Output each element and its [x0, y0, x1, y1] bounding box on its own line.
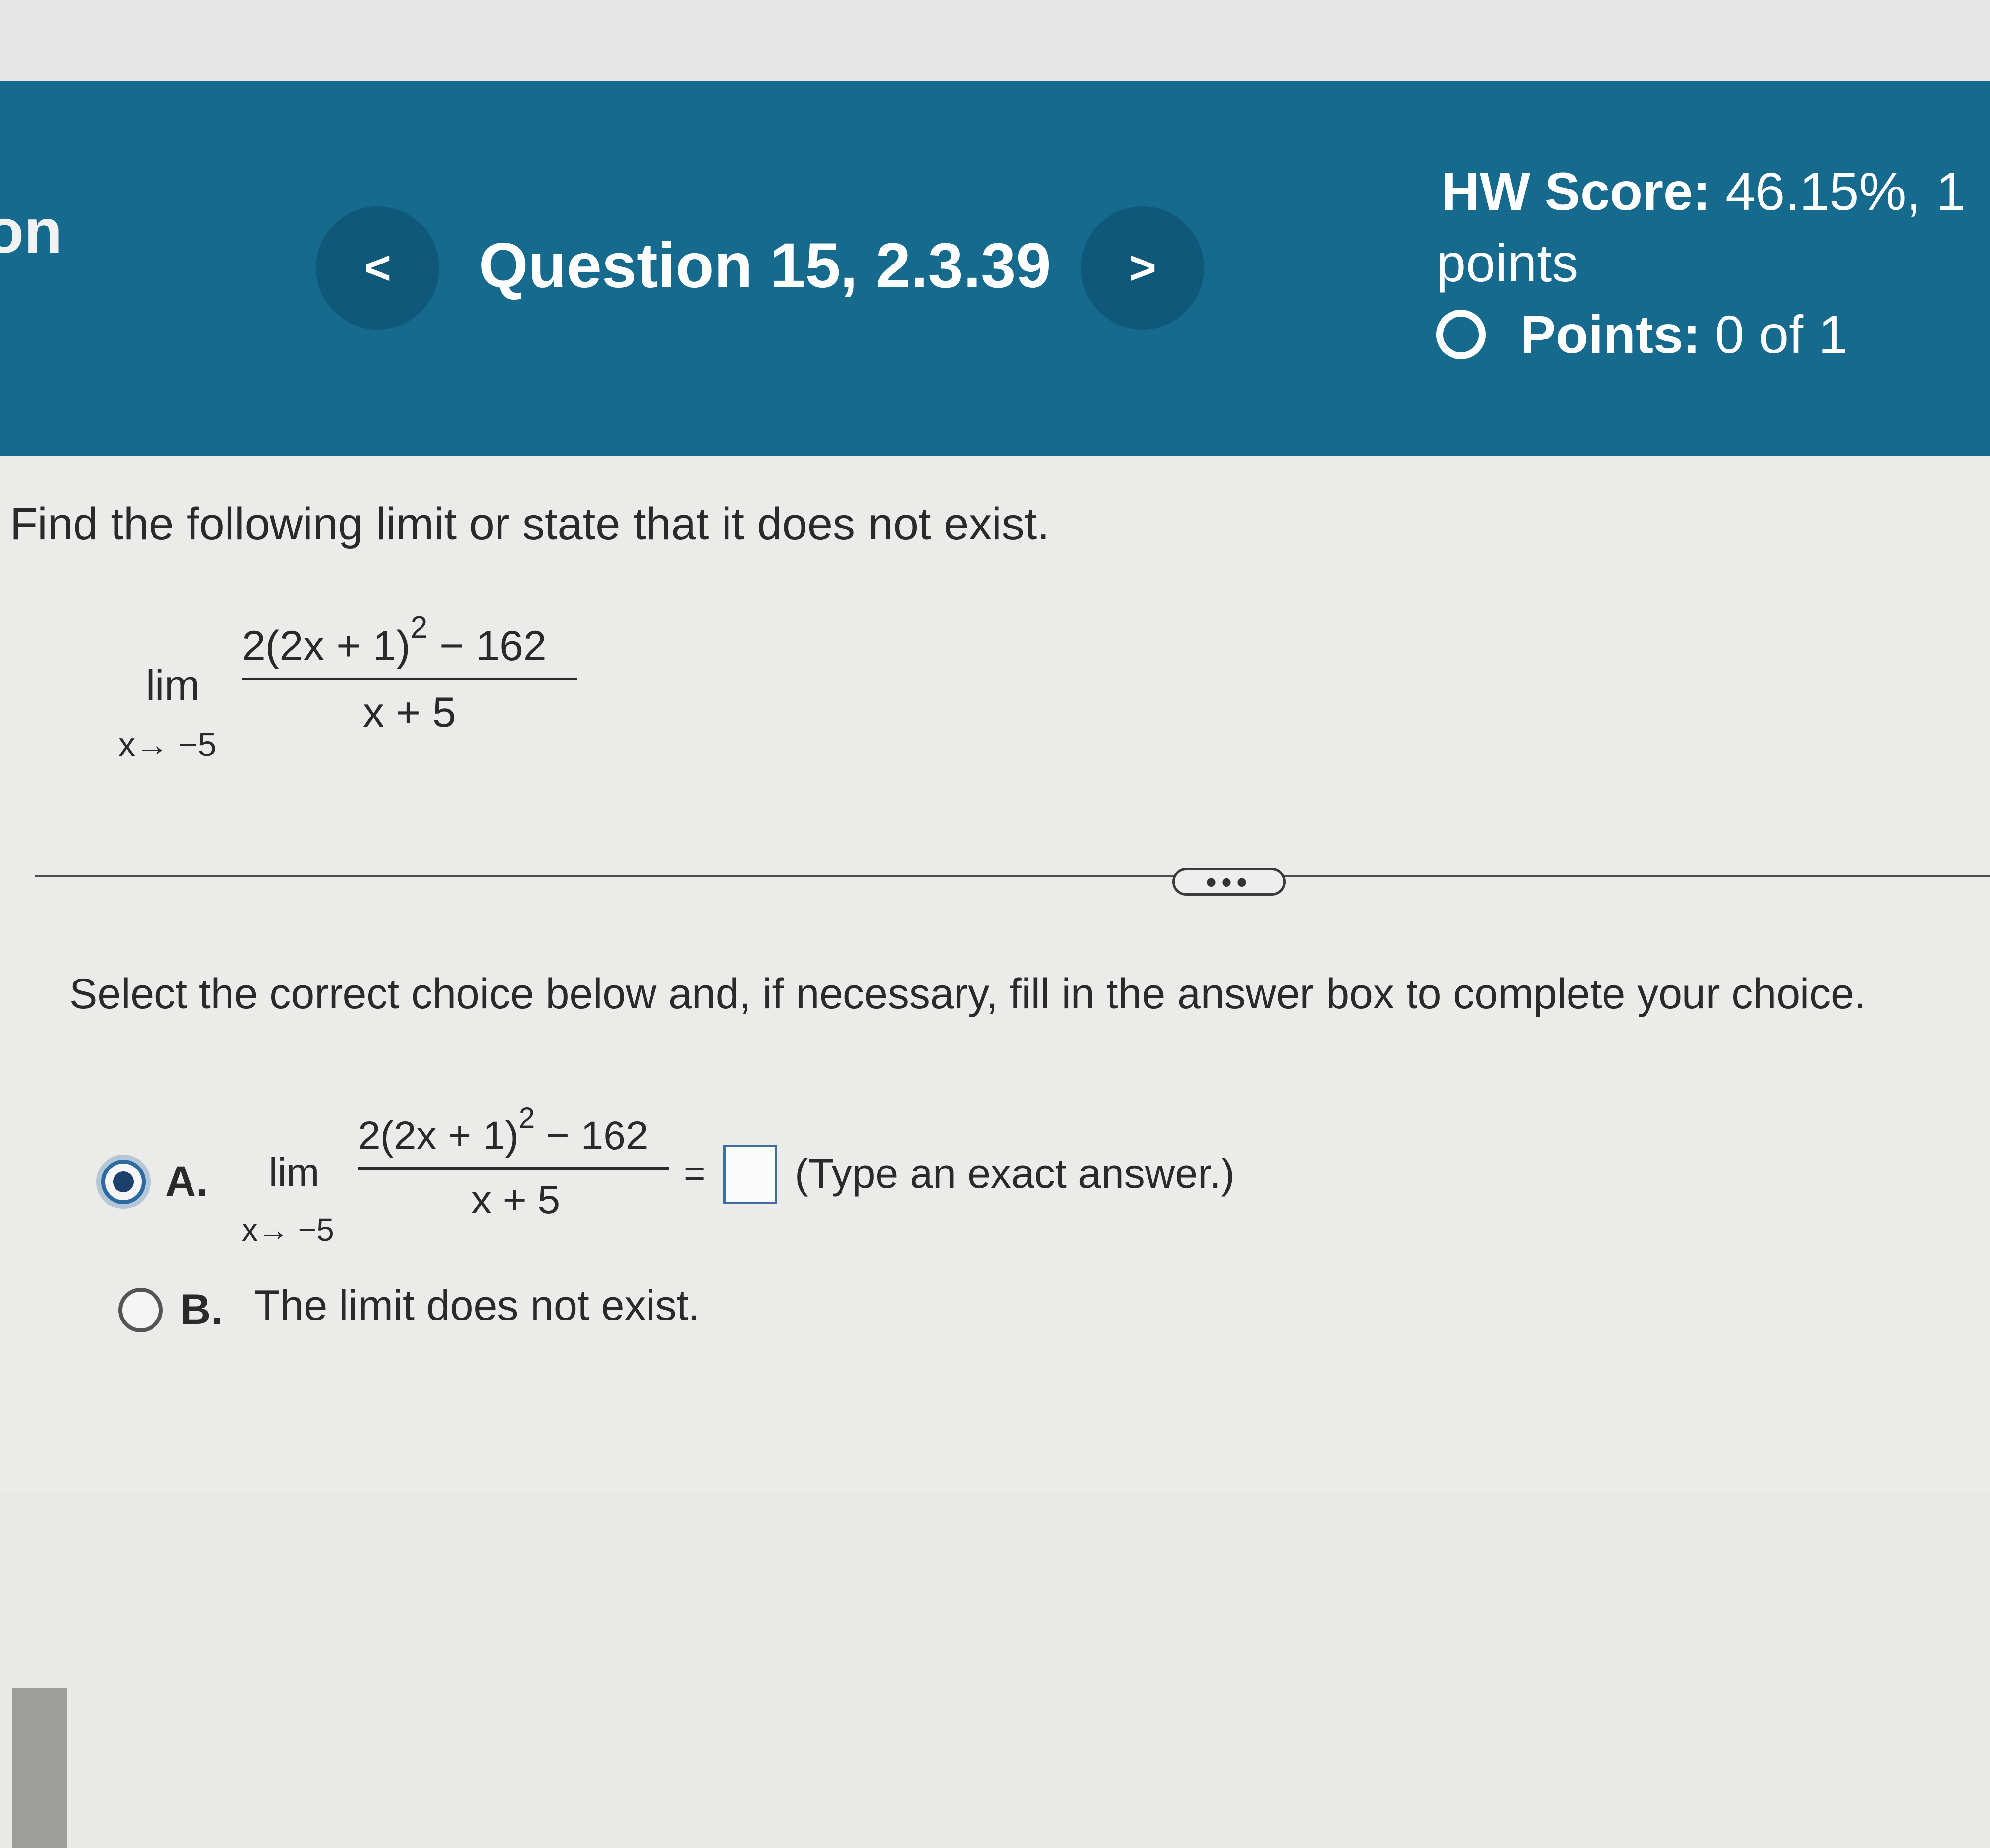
- next-question-button[interactable]: >: [1081, 206, 1204, 330]
- hw-score: HW Score: 46.15%, 1: [1441, 160, 1965, 222]
- choice-a-hint: (Type an exact answer.): [795, 1150, 1235, 1197]
- choice-a-lim-word: lim: [269, 1150, 320, 1194]
- choice-b-letter: B.: [180, 1286, 223, 1333]
- choice-a-numerator-exponent: 2: [518, 1102, 535, 1134]
- question-header: on < Question 15, 2.3.39 > HW Score: 46.…: [0, 81, 1990, 456]
- choice-a-denominator: x + 5: [471, 1177, 561, 1222]
- answer-input-box[interactable]: [723, 1145, 777, 1204]
- choice-a-numerator: 2(2x + 1)2 − 162: [358, 1104, 649, 1159]
- choice-a[interactable]: A.: [101, 1157, 208, 1206]
- hw-score-value: 46.15%, 1: [1725, 161, 1966, 221]
- numerator-base: 2(2x + 1): [242, 622, 411, 670]
- hw-score-label: HW Score:: [1441, 161, 1711, 221]
- choice-a-radio[interactable]: [101, 1159, 146, 1204]
- lim-word: lim: [146, 662, 200, 709]
- status-circle-icon: [1436, 309, 1486, 359]
- section-divider: [35, 875, 1990, 877]
- choice-b-radio[interactable]: [118, 1287, 163, 1332]
- fraction-bar: [242, 678, 577, 680]
- side-scroll-strip: [12, 1688, 67, 1848]
- numerator-exponent: 2: [410, 610, 428, 644]
- question-title: Question 15, 2.3.39: [479, 230, 1051, 301]
- problem-prompt: Find the following limit or state that i…: [10, 499, 1050, 549]
- choice-a-expression: lim x→ −5 2(2x + 1)2 − 162 x + 5 = (Type…: [242, 1103, 1235, 1261]
- chevron-left-icon: <: [363, 241, 392, 294]
- fraction-denominator: x + 5: [363, 689, 456, 736]
- limit-expression: lim x→ −5 2(2x + 1)2 − 162 x + 5: [118, 604, 612, 763]
- points-value: 0 of 1: [1714, 304, 1848, 364]
- hw-score-points-text: points: [1436, 233, 1579, 293]
- points-label: Points:: [1520, 304, 1701, 364]
- choice-a-fraction-bar: [358, 1167, 669, 1170]
- question-points: Points: 0 of 1: [1436, 303, 1848, 365]
- header-cut-text: on: [0, 196, 63, 266]
- question-content: Find the following limit or state that i…: [0, 456, 1990, 1848]
- choice-b[interactable]: B.: [118, 1285, 223, 1334]
- choice-a-numerator-tail: − 162: [535, 1113, 649, 1158]
- choice-a-numerator-base: 2(2x + 1): [358, 1113, 519, 1158]
- choice-b-text[interactable]: The limit does not exist.: [254, 1282, 700, 1330]
- lim-subscript: x→ −5: [118, 726, 217, 763]
- answer-instruction: Select the correct choice below and, if …: [69, 970, 1866, 1018]
- previous-question-button[interactable]: <: [316, 206, 439, 330]
- more-dots-icon: •••: [1206, 865, 1252, 899]
- fraction-numerator: 2(2x + 1)2 − 162: [242, 612, 547, 671]
- numerator-tail: − 162: [427, 622, 547, 670]
- chevron-right-icon: >: [1128, 241, 1157, 294]
- expand-more-button[interactable]: •••: [1172, 865, 1286, 899]
- choice-a-letter: A.: [165, 1158, 208, 1205]
- choice-a-equals: =: [684, 1153, 706, 1195]
- browser-top-strip: [0, 0, 1990, 81]
- choice-a-lim-subscript: x→ −5: [242, 1212, 334, 1247]
